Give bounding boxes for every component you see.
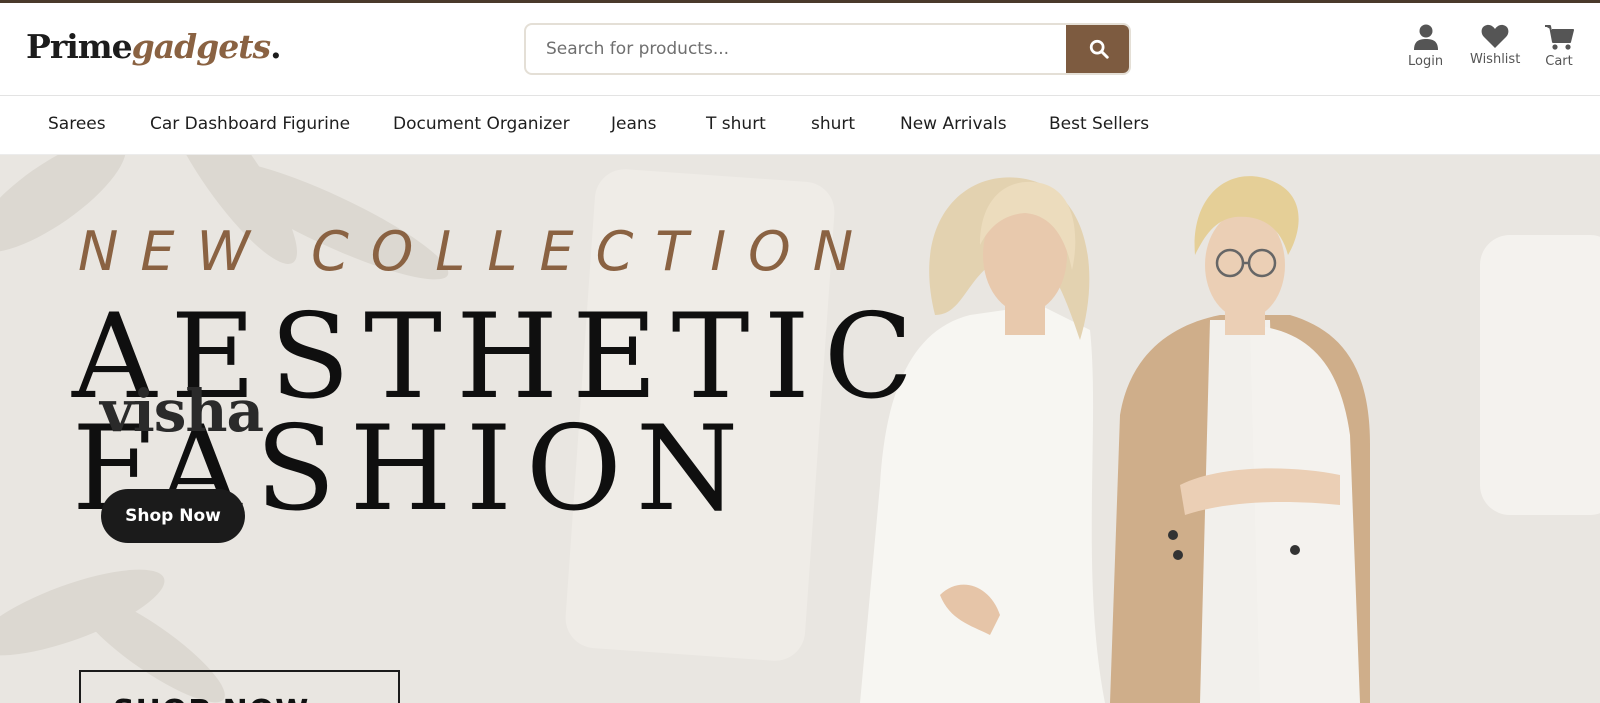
- nav-item-car-dashboard-figurine[interactable]: Car Dashboard Figurine: [150, 114, 350, 134]
- nav-item-document-organizer[interactable]: Document Organizer: [393, 114, 570, 134]
- nav-item-new-arrivals[interactable]: New Arrivals: [900, 114, 1007, 134]
- nav-item-jeans[interactable]: Jeans: [611, 114, 657, 134]
- search-bar: [524, 23, 1131, 75]
- hero-eyebrow-text: NEW COLLECTION: [78, 220, 876, 283]
- cart-icon: [1545, 25, 1574, 50]
- logo-text-prime: Prime: [26, 27, 133, 66]
- hero-models-image: [860, 176, 1370, 703]
- heart-icon: [1481, 24, 1509, 48]
- nav-item-best-sellers[interactable]: Best Sellers: [1049, 114, 1149, 134]
- site-logo[interactable]: Primegadgets.: [26, 27, 282, 66]
- search-input[interactable]: [526, 25, 1066, 73]
- login-label: Login: [1408, 54, 1444, 69]
- shop-now-outline-button[interactable]: SHOP NOW: [79, 670, 400, 703]
- nav-item-t-shurt[interactable]: T shurt: [706, 114, 766, 134]
- cart-link[interactable]: Cart: [1544, 23, 1574, 69]
- wishlist-link[interactable]: Wishlist: [1470, 23, 1520, 67]
- site-header: Primegadgets. Login Wishlist Cart: [0, 3, 1600, 96]
- shop-now-button[interactable]: Shop Now: [101, 489, 245, 543]
- cart-label: Cart: [1545, 54, 1573, 69]
- login-link[interactable]: Login: [1408, 23, 1443, 69]
- nav-item-shurt[interactable]: shurt: [811, 114, 855, 134]
- search-icon: [1089, 39, 1109, 59]
- logo-text-gadgets: gadgets: [131, 27, 271, 66]
- nav-item-sarees[interactable]: Sarees: [48, 114, 106, 134]
- hero-banner: NEW COLLECTION AESTHETIC FASHION visha S…: [0, 155, 1600, 703]
- category-nav: Sarees Car Dashboard Figurine Document O…: [0, 97, 1600, 155]
- search-button[interactable]: [1066, 25, 1129, 73]
- wishlist-label: Wishlist: [1470, 52, 1521, 67]
- shop-now-outline-label: SHOP NOW: [113, 694, 309, 703]
- logo-dot: .: [270, 27, 281, 66]
- user-icon: [1413, 24, 1438, 50]
- hero-overlay-brand: visha: [100, 377, 264, 445]
